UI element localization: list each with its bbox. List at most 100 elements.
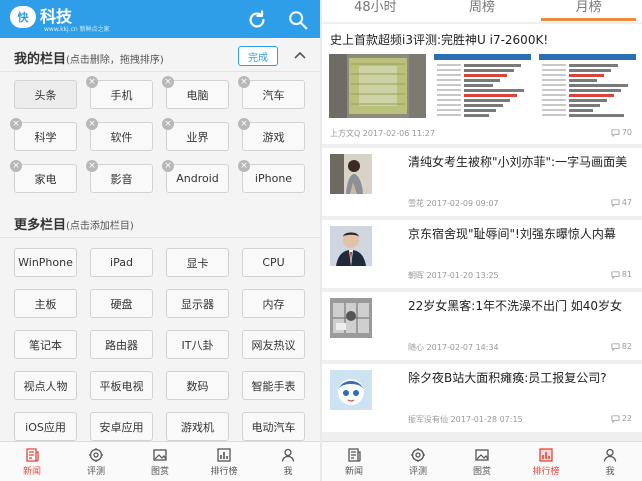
channel-chip[interactable]: 电脑 ×	[162, 76, 229, 109]
channel-chip[interactable]: 路由器	[90, 330, 153, 359]
my-channels-title: 我的栏目	[14, 52, 67, 67]
bottom-navigation: 新闻 评测 图赏 排行榜 我	[322, 441, 642, 481]
channel-chip[interactable]: 平板电视	[90, 371, 153, 400]
remove-icon[interactable]: ×	[162, 118, 174, 130]
channel-chip[interactable]: 家电 ×	[10, 160, 77, 193]
nav-item-review[interactable]: 评测	[64, 442, 128, 481]
article-card[interactable]: 除夕夜B站大面积瘫痪:员工报复公司? 振军没有仙 2017-01-28 07:15…	[322, 364, 642, 432]
chevron-up-icon[interactable]	[292, 47, 308, 63]
nav-label: 新闻	[344, 466, 363, 477]
nav-label: 排行榜	[210, 466, 238, 477]
nav-label: 排行榜	[532, 466, 560, 477]
comment-icon	[611, 128, 620, 137]
channel-chip[interactable]: 游戏机	[166, 412, 229, 441]
channel-chip[interactable]: 智能手表	[242, 371, 305, 400]
nav-item-news[interactable]: 新闻	[322, 442, 386, 481]
remove-icon[interactable]: ×	[238, 118, 250, 130]
article-card[interactable]: 史上首款超频i3评测:完胜神U i7-2600K! 上方文Q 2017-02-0…	[322, 24, 642, 144]
channel-chip[interactable]: 显示器	[166, 289, 229, 318]
channel-chip[interactable]: IT八卦	[166, 330, 229, 359]
nav-item-gallery[interactable]: 图赏	[450, 442, 514, 481]
channel-chip[interactable]: 汽车 ×	[238, 76, 305, 109]
comment-count: 82	[611, 342, 632, 351]
channel-chip[interactable]: 硬盘	[90, 289, 153, 318]
benchmark-chart-image	[434, 54, 531, 118]
comment-count: 81	[611, 270, 632, 279]
channel-chip[interactable]: 电动汽车	[242, 412, 305, 441]
remove-icon[interactable]: ×	[86, 118, 98, 130]
channel-chip[interactable]: 笔记本	[14, 330, 77, 359]
nav-item-user[interactable]: 我	[578, 442, 642, 481]
remove-icon[interactable]: ×	[86, 76, 98, 88]
article-card[interactable]: 京东宿舍现"耻辱间"!刘强东曝惊人内幕 朝晖 2017-01-20 13:25 81	[322, 220, 642, 288]
nav-label: 新闻	[22, 466, 41, 477]
comment-count: 22	[611, 414, 632, 423]
channel-chip[interactable]: 软件 ×	[86, 118, 153, 151]
remove-icon[interactable]: ×	[238, 76, 250, 88]
more-channels-title: 更多栏目	[14, 218, 67, 233]
channel-label: 路由器	[105, 338, 138, 352]
review-icon	[411, 447, 425, 462]
divider	[0, 71, 320, 72]
nav-item-ranking[interactable]: 排行榜	[192, 442, 256, 481]
channel-label: 硬盘	[110, 297, 133, 311]
channel-chip[interactable]: 手机 ×	[86, 76, 153, 109]
channel-chip[interactable]: 主板	[14, 289, 77, 318]
done-button[interactable]: 完成	[238, 46, 278, 66]
remove-icon[interactable]: ×	[86, 160, 98, 172]
channel-label: 游戏机	[181, 420, 214, 434]
comment-icon	[611, 198, 620, 207]
channel-chip[interactable]: 网友热议	[242, 330, 305, 359]
channel-chip[interactable]: 业界 ×	[162, 118, 229, 151]
article-time: 2017-02-06 11:27	[362, 129, 435, 138]
channel-chip[interactable]: 数码	[166, 371, 229, 400]
channel-chip[interactable]: 头条	[14, 80, 77, 109]
nav-item-review[interactable]: 评测	[386, 442, 450, 481]
more-channels-header: 更多栏目(点击添加栏目)	[0, 204, 320, 238]
channel-chip[interactable]: 安卓应用	[90, 412, 153, 441]
article-time: 2017-02-07 14:34	[426, 343, 499, 352]
ranking-screen: 48小时 周榜 月榜 史上首款超频i3评测:完胜神U i7-2600K! 上方文…	[322, 0, 642, 481]
remove-icon[interactable]: ×	[162, 76, 174, 88]
nav-item-user[interactable]: 我	[256, 442, 320, 481]
channel-chip[interactable]: iPad	[90, 248, 153, 277]
channel-label: 主板	[34, 297, 57, 311]
article-card[interactable]: 清纯女考生被称"小刘亦菲":一字马画面美 雪花 2017-02-09 09:07 4…	[322, 148, 642, 216]
channel-chip[interactable]: 影音 ×	[86, 160, 153, 193]
logo-badge: 快	[10, 6, 36, 28]
gallery-icon	[153, 448, 167, 461]
user-icon	[603, 448, 617, 462]
tab-48h[interactable]: 48小时	[322, 0, 429, 22]
remove-icon[interactable]: ×	[10, 118, 22, 130]
channel-chip[interactable]: CPU	[242, 248, 305, 277]
channel-chip[interactable]: 游戏 ×	[238, 118, 305, 151]
nav-item-gallery[interactable]: 图赏	[128, 442, 192, 481]
refresh-icon[interactable]	[246, 9, 268, 31]
article-card[interactable]: 22岁女黑客:1年不洗澡不出门 如40岁女 随心 2017-02-07 14:34…	[322, 292, 642, 360]
channel-chip[interactable]: 内存	[242, 289, 305, 318]
channel-chip[interactable]: 显卡	[166, 248, 229, 277]
channel-chip[interactable]: 科学 ×	[10, 118, 77, 151]
channel-label: 网友热议	[251, 338, 296, 352]
channel-chip[interactable]: iOS应用	[14, 412, 77, 441]
channel-chip[interactable]: Android ×	[162, 160, 229, 193]
channel-chip[interactable]: 视点人物	[14, 371, 77, 400]
more-channels-hint: (点击添加栏目)	[66, 221, 134, 232]
nav-item-news[interactable]: 新闻	[0, 442, 64, 481]
channel-label: CPU	[262, 256, 285, 269]
logo-text: 科技	[40, 7, 73, 26]
channel-label: 游戏	[262, 130, 285, 144]
remove-icon[interactable]: ×	[10, 160, 22, 172]
tab-weekly[interactable]: 周榜	[429, 0, 536, 22]
remove-icon[interactable]: ×	[162, 160, 174, 172]
article-thumbnail	[330, 298, 372, 338]
tab-monthly[interactable]: 月榜	[535, 0, 642, 22]
channel-chip[interactable]: iPhone ×	[238, 160, 305, 193]
channel-chip[interactable]: WinPhone	[14, 248, 77, 277]
nav-item-ranking[interactable]: 排行榜	[514, 442, 578, 481]
channel-label: 科学	[34, 130, 57, 144]
search-icon[interactable]	[287, 9, 309, 31]
nav-label: 我	[283, 466, 293, 477]
remove-icon[interactable]: ×	[238, 160, 250, 172]
channel-label: 电脑	[186, 88, 209, 102]
